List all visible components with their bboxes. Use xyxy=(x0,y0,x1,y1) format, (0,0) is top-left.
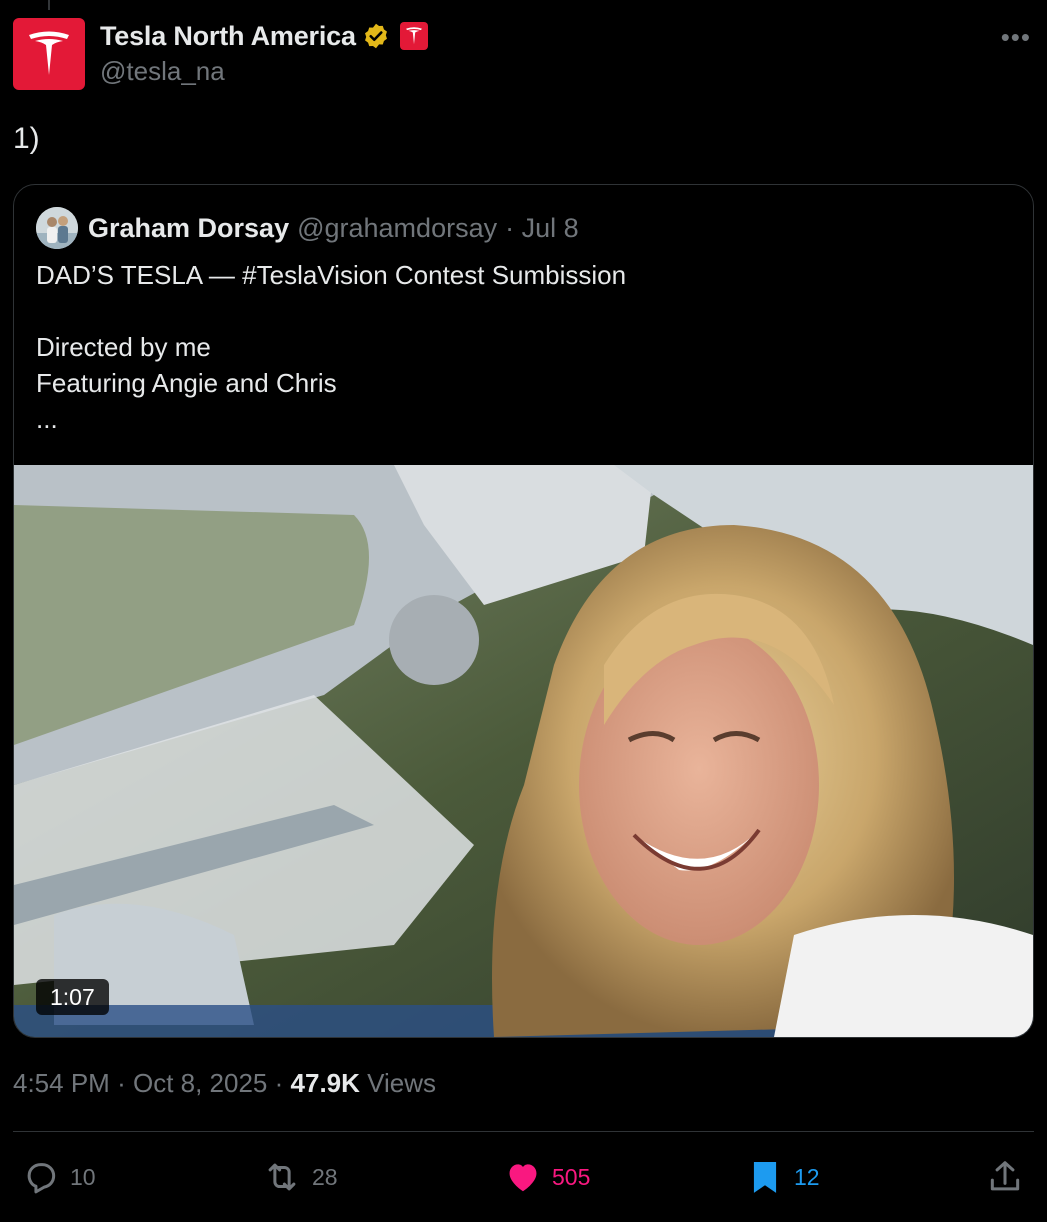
post-date[interactable]: Oct 8, 2025 xyxy=(133,1068,267,1098)
quoted-post-header: Graham Dorsay @grahamdorsay · Jul 8 xyxy=(36,207,579,249)
tesla-logo-icon xyxy=(405,27,422,45)
video-duration-badge: 1:07 xyxy=(36,979,109,1015)
thread-connector-line xyxy=(48,0,50,10)
author-avatar[interactable] xyxy=(13,18,85,90)
views-count: 47.9K xyxy=(290,1068,360,1098)
views-label: Views xyxy=(367,1068,437,1098)
bookmark-count: 12 xyxy=(794,1163,820,1190)
repost-icon xyxy=(268,1163,296,1191)
reply-icon xyxy=(27,1163,56,1194)
quoted-post-date[interactable]: · Jul 8 xyxy=(505,213,579,244)
like-count: 505 xyxy=(552,1163,591,1190)
like-button[interactable]: 505 xyxy=(504,1150,590,1204)
bookmark-icon xyxy=(753,1161,777,1193)
verified-badge-icon[interactable] xyxy=(362,22,390,50)
action-bar: 10 28 505 12 xyxy=(0,1150,1047,1204)
reply-button[interactable]: 10 xyxy=(22,1150,96,1204)
more-options-icon[interactable]: ••• xyxy=(1001,22,1031,53)
post-metadata: 4:54 PM · Oct 8, 2025 · 47.9K Views xyxy=(13,1068,436,1099)
author-display-name[interactable]: Tesla North America xyxy=(100,21,356,52)
avatar-photo-icon xyxy=(36,207,78,249)
share-button[interactable] xyxy=(986,1150,1024,1204)
repost-button[interactable]: 28 xyxy=(262,1150,338,1204)
author-name-row: Tesla North America xyxy=(100,18,428,54)
post-text: 1) xyxy=(13,122,40,155)
bookmark-button[interactable]: 12 xyxy=(746,1150,820,1204)
share-icon xyxy=(990,1161,1020,1191)
video-frame-image xyxy=(14,465,1033,1037)
post-time[interactable]: 4:54 PM xyxy=(13,1068,110,1098)
separator: · xyxy=(274,1068,284,1098)
repost-count: 28 xyxy=(312,1163,338,1190)
separator: · xyxy=(117,1068,126,1098)
quoted-author-name[interactable]: Graham Dorsay xyxy=(88,213,289,244)
quoted-post-text: DAD’S TESLA — #TeslaVision Contest Sumbi… xyxy=(36,260,627,434)
quoted-post-card[interactable]: Graham Dorsay @grahamdorsay · Jul 8 DAD’… xyxy=(13,184,1034,1038)
quoted-author-handle[interactable]: @grahamdorsay xyxy=(297,213,497,244)
divider xyxy=(13,1131,1034,1132)
affiliate-badge[interactable] xyxy=(399,22,428,50)
reply-count: 10 xyxy=(70,1163,96,1190)
tesla-logo-icon xyxy=(29,31,69,75)
quoted-author-avatar[interactable] xyxy=(36,207,78,249)
author-handle[interactable]: @tesla_na xyxy=(100,56,225,87)
heart-icon xyxy=(509,1164,537,1192)
video-thumbnail[interactable]: 1:07 xyxy=(14,465,1033,1037)
